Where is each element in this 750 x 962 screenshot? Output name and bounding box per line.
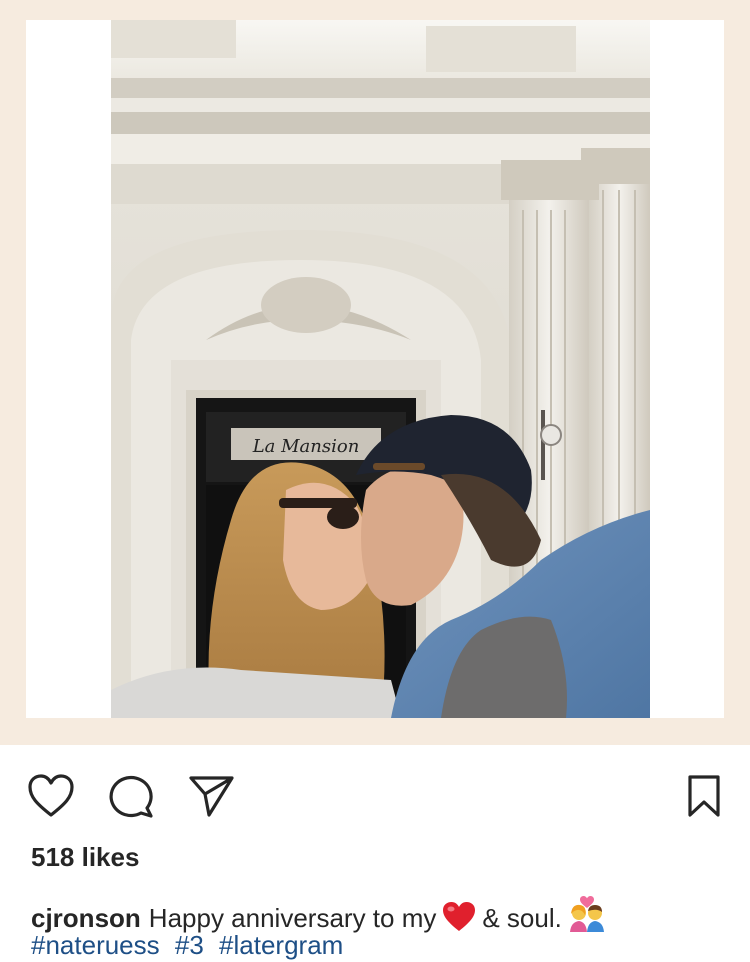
likes-count[interactable]: 518 likes	[31, 842, 139, 873]
heart-icon	[28, 774, 74, 817]
bookmark-icon	[688, 775, 720, 817]
couple-kissing-photo: La Mansion	[111, 20, 650, 718]
caption-hashtags: #nateruess #3 #latergram	[31, 929, 351, 962]
comment-button[interactable]	[107, 772, 155, 820]
like-button[interactable]	[27, 772, 75, 820]
save-button[interactable]	[680, 772, 728, 820]
building-sign: La Mansion	[252, 436, 360, 457]
post-action-bar	[0, 745, 750, 845]
hashtag-link[interactable]: #nateruess	[31, 930, 160, 960]
hashtag-link[interactable]: #3	[175, 930, 204, 960]
caption-text-2: & soul.	[482, 903, 562, 933]
send-icon	[189, 776, 234, 817]
photo-mat: La Mansion	[26, 20, 724, 718]
post-photo-frame: La Mansion	[0, 0, 750, 745]
post-photo[interactable]: La Mansion	[111, 20, 650, 718]
hashtag-link[interactable]: #latergram	[219, 930, 343, 960]
comment-icon	[109, 775, 153, 818]
red-heart-emoji-icon	[442, 902, 476, 940]
share-button[interactable]	[187, 772, 235, 820]
couple-with-heart-emoji-icon	[568, 896, 606, 940]
